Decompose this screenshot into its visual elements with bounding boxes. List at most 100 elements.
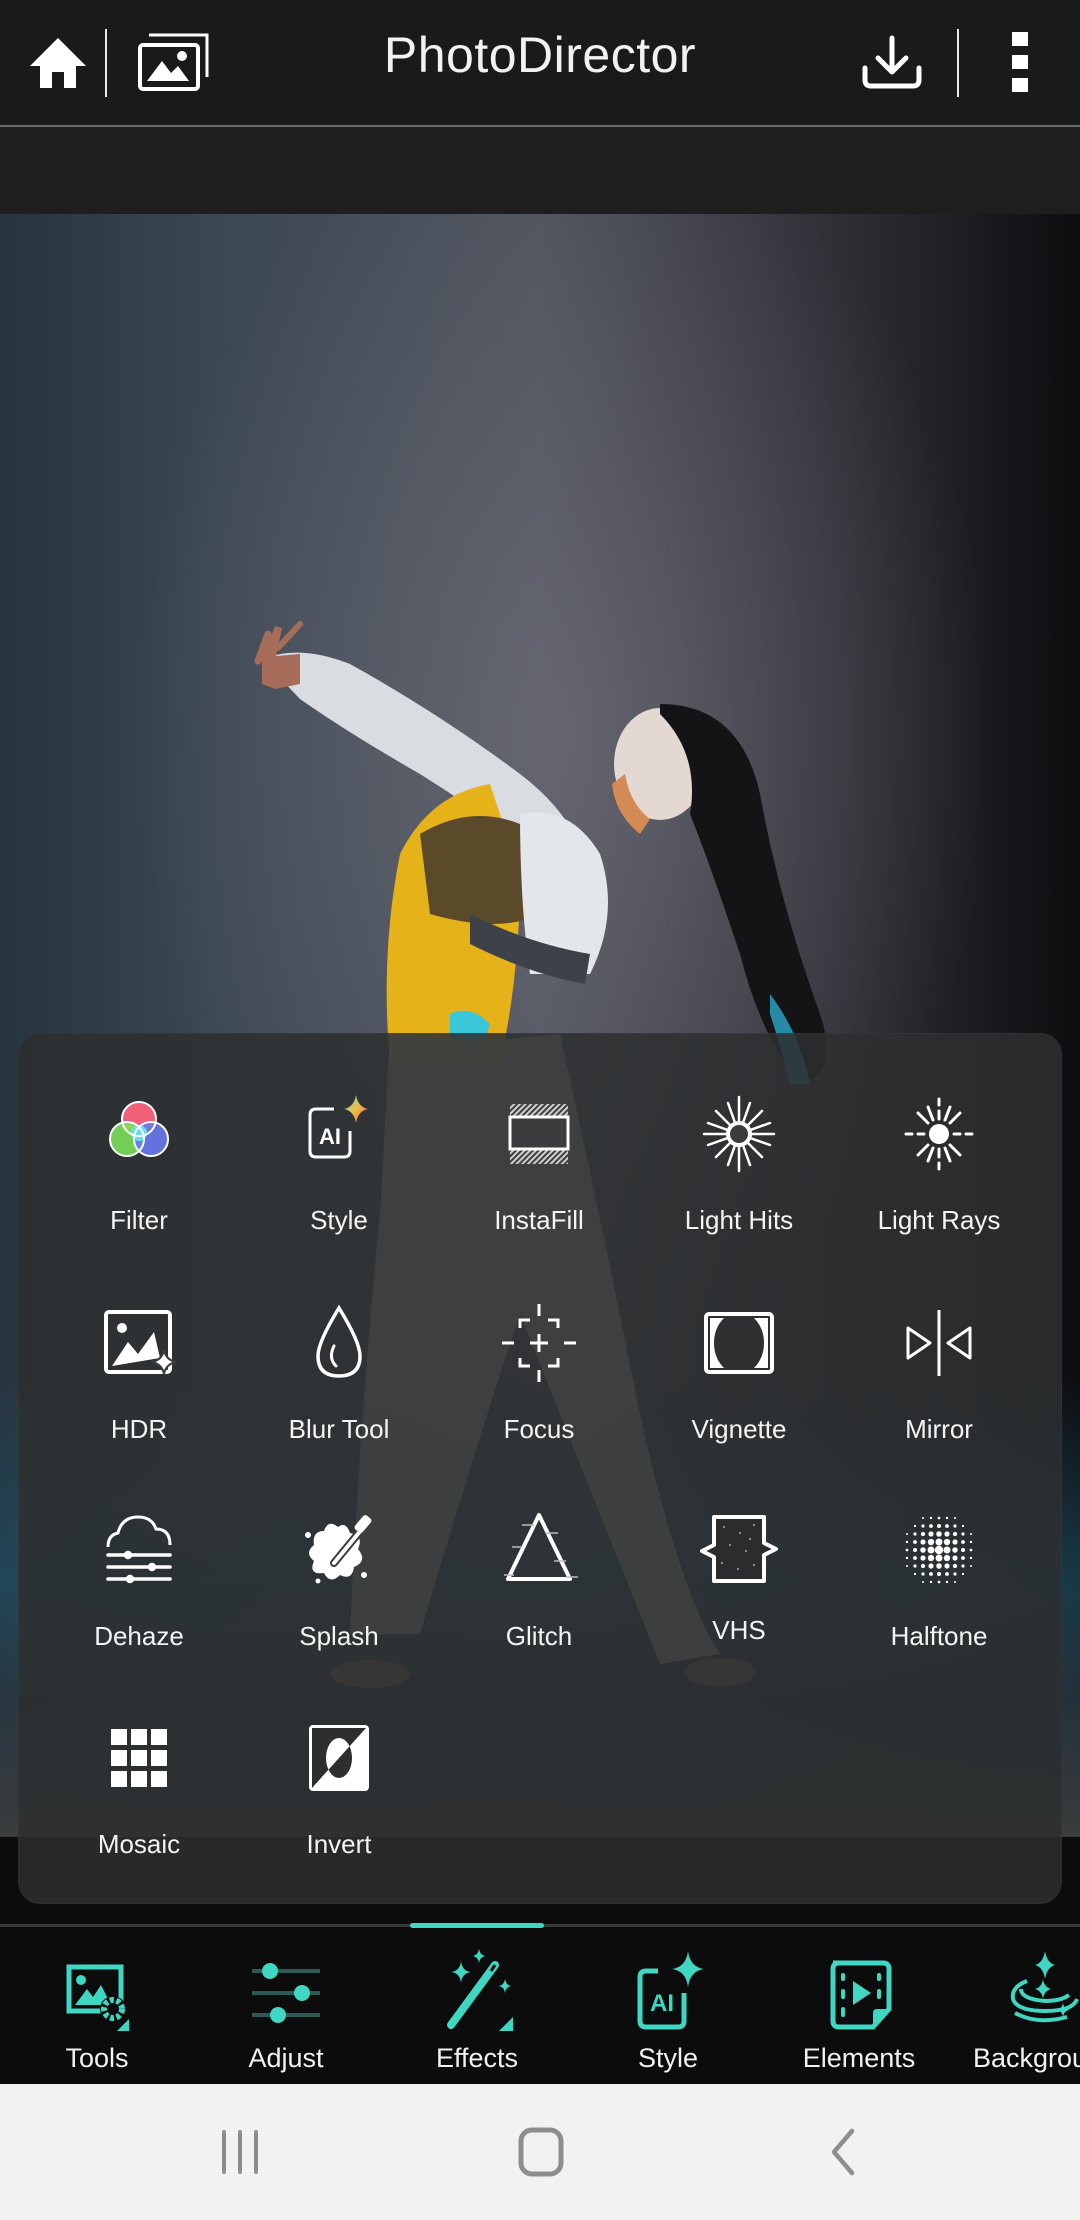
halftone-dot bbox=[944, 1563, 950, 1569]
halftone-dot bbox=[961, 1564, 965, 1568]
tab-adjust[interactable]: Adjust bbox=[191, 1927, 381, 2084]
tab-style[interactable]: AI Style bbox=[573, 1927, 763, 2084]
svg-text:AI: AI bbox=[319, 1124, 341, 1149]
effect-filter[interactable]: Filter bbox=[39, 1089, 239, 1269]
effect-label: Vignette bbox=[691, 1414, 787, 1444]
save-button[interactable] bbox=[852, 22, 932, 102]
bottom-toolbar: Tools Adjust Effects AI Style Elements B… bbox=[0, 1927, 1080, 2084]
effect-label: Light Rays bbox=[877, 1205, 1001, 1235]
effect-dehaze[interactable]: Dehaze bbox=[39, 1505, 239, 1685]
halftone-dot bbox=[953, 1524, 957, 1528]
halftone-dot bbox=[960, 1547, 966, 1553]
tab-elements[interactable]: Elements bbox=[764, 1927, 954, 2084]
light-rays-icon bbox=[904, 1097, 974, 1171]
app-header: PhotoDirector bbox=[0, 0, 1080, 125]
halftone-dot bbox=[906, 1533, 908, 1535]
effect-hdr[interactable]: HDR bbox=[39, 1298, 239, 1478]
mosaic-icon bbox=[111, 1729, 167, 1787]
halftone-dot bbox=[922, 1581, 924, 1583]
effect-label: Halftone bbox=[890, 1621, 988, 1651]
home-circle-icon bbox=[518, 2127, 564, 2177]
filter-icon bbox=[109, 1101, 169, 1157]
effect-halftone[interactable]: Halftone bbox=[839, 1505, 1039, 1685]
halftone-dot bbox=[921, 1524, 925, 1528]
halftone-dot bbox=[952, 1539, 958, 1545]
halftone-dot bbox=[943, 1554, 951, 1562]
halftone-dot bbox=[913, 1524, 917, 1528]
effect-label: VHS bbox=[712, 1615, 766, 1645]
halftone-dot bbox=[943, 1546, 951, 1554]
halftone-dot bbox=[927, 1546, 935, 1554]
effect-label: Invert bbox=[306, 1829, 372, 1859]
halftone-dot bbox=[945, 1524, 949, 1528]
tab-effects[interactable]: Effects bbox=[382, 1927, 572, 2084]
halftone-dot bbox=[913, 1572, 917, 1576]
halftone-dot bbox=[929, 1524, 933, 1528]
halftone-dot bbox=[920, 1563, 926, 1569]
halftone-dot bbox=[936, 1571, 942, 1577]
halftone-dot bbox=[943, 1538, 951, 1546]
back-button[interactable] bbox=[783, 2112, 903, 2192]
halftone-dot bbox=[937, 1580, 941, 1584]
halftone-dot bbox=[953, 1572, 957, 1576]
effect-light-hits[interactable]: Light Hits bbox=[639, 1089, 839, 1269]
effect-vignette[interactable]: Vignette bbox=[639, 1298, 839, 1478]
home-button[interactable] bbox=[22, 22, 94, 102]
tab-background[interactable]: Background bbox=[950, 1927, 1080, 2084]
effect-blur-tool[interactable]: Blur Tool bbox=[239, 1298, 439, 1478]
effect-instafill[interactable]: InstaFill bbox=[439, 1089, 639, 1269]
effect-mirror[interactable]: Mirror bbox=[839, 1298, 1039, 1478]
halftone-dot bbox=[969, 1540, 973, 1544]
halftone-dot bbox=[961, 1540, 965, 1544]
effect-invert[interactable]: Invert bbox=[239, 1713, 439, 1893]
halftone-dot bbox=[935, 1554, 943, 1562]
effect-style[interactable]: AI Style bbox=[239, 1089, 439, 1269]
home-icon bbox=[30, 38, 86, 88]
halftone-dot bbox=[936, 1563, 942, 1569]
effect-light-rays[interactable]: Light Rays bbox=[839, 1089, 1039, 1269]
effect-splash[interactable]: Splash bbox=[239, 1505, 439, 1685]
vignette-icon bbox=[704, 1312, 774, 1374]
ai-style-icon: AI bbox=[637, 1951, 704, 2030]
recents-icon bbox=[222, 2130, 258, 2174]
effect-label: Glitch bbox=[505, 1621, 573, 1651]
halftone-dot bbox=[936, 1523, 942, 1529]
gallery-button[interactable] bbox=[133, 22, 213, 102]
halftone-dot bbox=[969, 1556, 973, 1560]
ai-style-icon: AI bbox=[308, 1095, 368, 1159]
header-separator bbox=[105, 29, 107, 97]
mirror-icon bbox=[906, 1310, 972, 1376]
effect-label: Mirror bbox=[905, 1414, 973, 1444]
elements-icon bbox=[830, 1960, 892, 2030]
halftone-dot bbox=[945, 1580, 949, 1584]
effect-glitch[interactable]: Glitch bbox=[439, 1505, 639, 1685]
halftone-dot bbox=[921, 1572, 925, 1576]
adjust-sliders-icon bbox=[252, 1963, 320, 2023]
halftone-dot bbox=[913, 1556, 917, 1560]
halftone-dot bbox=[961, 1572, 965, 1576]
effect-label: Mosaic bbox=[97, 1829, 181, 1859]
halftone-dot bbox=[945, 1516, 949, 1520]
halftone-dot bbox=[920, 1555, 926, 1561]
halftone-dot bbox=[928, 1531, 934, 1537]
glitch-icon bbox=[504, 1513, 578, 1581]
tab-label: Style bbox=[637, 2043, 699, 2073]
halftone-dot bbox=[935, 1538, 943, 1546]
effect-mosaic[interactable]: Mosaic bbox=[39, 1713, 239, 1893]
tab-label: Tools bbox=[65, 2043, 129, 2073]
magic-wand-icon bbox=[447, 1949, 513, 2031]
effect-vhs[interactable]: VHS bbox=[639, 1505, 839, 1685]
halftone-dot bbox=[912, 1547, 918, 1553]
effect-focus[interactable]: Focus bbox=[439, 1298, 639, 1478]
more-menu-button[interactable] bbox=[990, 22, 1050, 102]
halftone-dot bbox=[944, 1531, 950, 1537]
light-hits-icon bbox=[702, 1095, 776, 1173]
halftone-dot bbox=[936, 1531, 942, 1537]
blur-drop-icon bbox=[316, 1304, 362, 1378]
halftone-dot bbox=[920, 1539, 926, 1545]
recents-button[interactable] bbox=[180, 2112, 300, 2192]
back-icon bbox=[831, 2128, 855, 2176]
effects-panel: Filter AI Style InstaFill Light Hits Lig… bbox=[18, 1033, 1062, 1904]
tab-tools[interactable]: Tools bbox=[2, 1927, 192, 2084]
home-nav-button[interactable] bbox=[481, 2112, 601, 2192]
